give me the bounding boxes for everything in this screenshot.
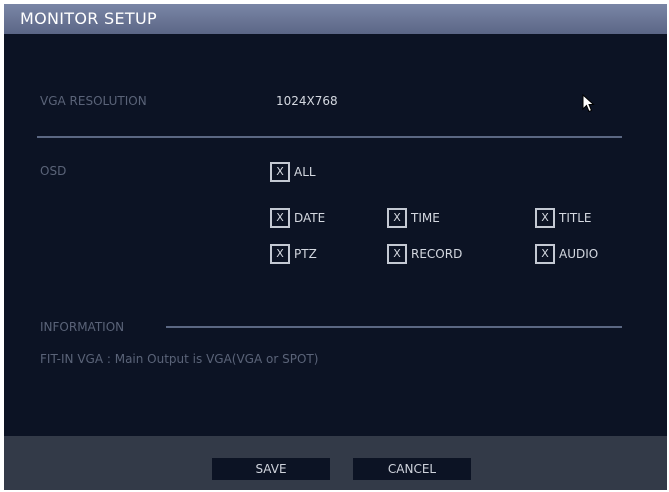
title-bar: MONITOR SETUP [4, 4, 667, 34]
checkbox-label: DATE [294, 211, 326, 225]
checkbox-mark: X [387, 208, 407, 228]
checkbox-label: ALL [294, 165, 316, 179]
checkbox-label: PTZ [294, 247, 317, 261]
osd-title-checkbox[interactable]: X TITLE [535, 208, 591, 228]
checkbox-mark: X [270, 208, 290, 228]
cancel-button[interactable]: CANCEL [353, 458, 471, 480]
osd-all-checkbox[interactable]: X ALL [270, 162, 316, 182]
monitor-setup-window: MONITOR SETUP VGA RESOLUTION 1024X768 OS… [4, 4, 667, 490]
divider [37, 136, 622, 138]
footer-bar: SAVE CANCEL [4, 436, 667, 490]
checkbox-label: AUDIO [559, 247, 599, 261]
osd-date-checkbox[interactable]: X DATE [270, 208, 325, 228]
information-label: INFORMATION [40, 320, 125, 334]
window-title: MONITOR SETUP [20, 9, 157, 28]
vga-resolution-value[interactable]: 1024X768 [276, 94, 338, 108]
information-divider [166, 326, 622, 328]
checkbox-label: TIME [411, 211, 440, 225]
checkbox-label: RECORD [411, 247, 463, 261]
checkbox-mark: X [270, 162, 290, 182]
osd-audio-checkbox[interactable]: X AUDIO [535, 244, 598, 264]
checkbox-mark: X [535, 244, 555, 264]
osd-ptz-checkbox[interactable]: X PTZ [270, 244, 317, 264]
osd-label: OSD [40, 164, 67, 178]
save-button[interactable]: SAVE [212, 458, 330, 480]
osd-record-checkbox[interactable]: X RECORD [387, 244, 462, 264]
checkbox-label: TITLE [559, 211, 592, 225]
checkbox-mark: X [387, 244, 407, 264]
mouse-pointer-icon [582, 94, 595, 113]
checkbox-mark: X [270, 244, 290, 264]
osd-time-checkbox[interactable]: X TIME [387, 208, 440, 228]
checkbox-mark: X [535, 208, 555, 228]
information-text: FIT-IN VGA : Main Output is VGA(VGA or S… [40, 352, 319, 366]
vga-resolution-label: VGA RESOLUTION [40, 94, 147, 108]
